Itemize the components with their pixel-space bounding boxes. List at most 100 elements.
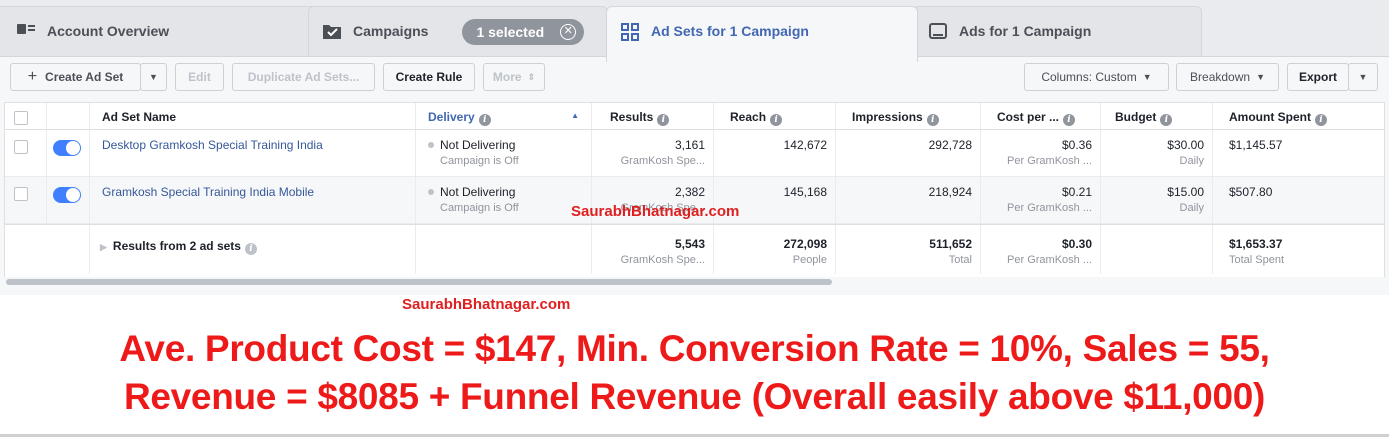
info-icon[interactable]: i (926, 114, 939, 126)
summary-impressions: 511,652 (929, 237, 972, 251)
create-ad-set-button[interactable]: + Create Ad Set (10, 63, 141, 91)
campaign-folder-icon (323, 23, 341, 41)
delivery-sub: Campaign is Off (440, 202, 519, 214)
reach-value: 142,672 (783, 138, 827, 152)
ad-sets-panel: + Create Ad Set ▼ Edit Duplicate Ad Sets… (0, 56, 1389, 313)
tab-campaigns[interactable]: Campaigns 1 selected ✕ (308, 6, 608, 62)
summary-results: 5,543 (674, 237, 705, 251)
header-ad-set-name[interactable]: Ad Set Name (90, 103, 416, 129)
more-button[interactable]: More ⇕ (483, 63, 545, 91)
tab-account-overview[interactable]: Account Overview (0, 6, 320, 62)
info-icon[interactable]: i (1315, 114, 1327, 126)
amount-spent-value: $1,145.57 (1229, 138, 1283, 152)
cost-sub: Per GramKosh ... (1007, 155, 1092, 167)
summary-row: ▶ Results from 2 ad sets i 5,543 GramKosh … (5, 224, 1384, 274)
info-icon[interactable]: i (657, 114, 670, 126)
cost-sub: Per GramKosh ... (1007, 202, 1092, 214)
budget-sub: Daily (1179, 155, 1204, 167)
delivery-sub: Campaign is Off (440, 155, 519, 167)
create-ad-set-label: Create Ad Set (45, 70, 124, 84)
tab-account-label: Account Overview (47, 23, 170, 39)
watermark-text: SaurabhBhatnagar.com (571, 203, 740, 220)
summary-cost-sub: Per GramKosh ... (1007, 254, 1092, 266)
table-row[interactable]: Desktop Gramkosh Special Training India … (5, 130, 1384, 177)
ad-set-toggle[interactable] (53, 187, 81, 203)
ad-set-toggle[interactable] (53, 140, 81, 156)
info-icon[interactable]: i (244, 243, 257, 255)
ad-sets-table: Ad Set Name Delivery i ▲ Results i Reach i … (4, 102, 1385, 313)
ad-set-name-link[interactable]: Desktop Gramkosh Special Training India (102, 138, 323, 152)
cost-value: $0.21 (1061, 185, 1092, 199)
header-results[interactable]: Results i (592, 103, 714, 129)
reach-value: 145,168 (783, 185, 827, 199)
caption-line-1: Ave. Product Cost = $147, Min. Conversio… (119, 328, 1270, 369)
results-sub: GramKosh Spe... (620, 155, 705, 167)
tab-ads-label: Ads for 1 Campaign (959, 23, 1092, 39)
tab-ad-sets-label: Ad Sets for 1 Campaign (651, 23, 809, 39)
summary-amount-spent: $1,653.37 (1229, 237, 1283, 251)
export-dropdown-button[interactable]: ▼ (1348, 63, 1378, 91)
delivery-status: Not Delivering (440, 138, 516, 152)
export-button[interactable]: Export (1287, 63, 1349, 91)
chevron-down-icon: ▼ (1142, 72, 1152, 82)
budget-value: $30.00 (1167, 138, 1204, 152)
cost-value: $0.36 (1061, 138, 1092, 152)
summary-results-sub: GramKosh Spe... (620, 254, 705, 266)
summary-reach: 272,098 (783, 237, 827, 251)
chevron-down-icon: ▼ (1256, 72, 1265, 82)
columns-label: Columns: Custom (1041, 70, 1137, 84)
header-budget[interactable]: Budget i (1101, 103, 1213, 129)
info-icon[interactable]: i (1160, 114, 1173, 126)
expand-caret-icon[interactable]: ▶ (100, 242, 107, 252)
delivery-status: Not Delivering (440, 185, 516, 199)
selected-count: 1 selected (476, 24, 545, 40)
caption: Ave. Product Cost = $147, Min. Conversio… (0, 325, 1389, 421)
info-icon[interactable]: i (478, 114, 491, 126)
status-dot (428, 142, 434, 148)
impressions-value: 292,728 (928, 138, 972, 152)
sort-ascending-icon: ▲ (571, 111, 579, 120)
horizontal-scrollbar[interactable] (6, 279, 832, 285)
breakdown-label: Breakdown (1190, 70, 1251, 84)
tab-ad-sets[interactable]: Ad Sets for 1 Campaign (606, 6, 918, 62)
clear-selection-icon[interactable]: ✕ (560, 24, 577, 40)
results-value: 3,161 (674, 138, 705, 152)
more-label: More (492, 70, 522, 84)
amount-spent-value: $507.80 (1229, 185, 1273, 199)
header-delivery[interactable]: Delivery i ▲ (416, 103, 592, 129)
header-cost-per[interactable]: Cost per ... i (981, 103, 1101, 129)
create-rule-button[interactable]: Create Rule (383, 63, 475, 91)
ad-set-name-link[interactable]: Gramkosh Special Training India Mobile (102, 185, 314, 199)
columns-dropdown[interactable]: Columns: Custom ▼ (1024, 63, 1169, 91)
breakdown-dropdown[interactable]: Breakdown ▼ (1176, 63, 1279, 91)
tab-strip: Account Overview Campaigns 1 selected ✕ … (0, 0, 1389, 62)
selected-pill[interactable]: 1 selected ✕ (462, 19, 585, 45)
create-dropdown-button[interactable]: ▼ (140, 63, 167, 91)
budget-value: $15.00 (1167, 185, 1204, 199)
table-header: Ad Set Name Delivery i ▲ Results i Reach i … (5, 103, 1384, 130)
tab-campaigns-label: Campaigns (353, 23, 429, 39)
info-icon[interactable]: i (770, 114, 783, 126)
caption-line-2: Revenue = $8085 + Funnel Revenue (Overal… (123, 376, 1266, 417)
toolbar: + Create Ad Set ▼ Edit Duplicate Ad Sets… (0, 57, 1389, 97)
tab-ads[interactable]: Ads for 1 Campaign (912, 6, 1202, 62)
summary-reach-sub: People (792, 254, 827, 266)
plus-icon: + (27, 68, 38, 85)
header-reach[interactable]: Reach i (714, 103, 836, 129)
info-icon[interactable]: i (1063, 114, 1076, 126)
chevron-down-icon: ▼ (1358, 72, 1368, 82)
edit-button[interactable]: Edit (175, 63, 224, 91)
row-checkbox[interactable] (14, 187, 28, 201)
results-value: 2,382 (674, 185, 705, 199)
ads-monitor-icon (929, 23, 947, 41)
chevron-down-icon: ▼ (149, 72, 158, 82)
summary-amount-spent-sub: Total Spent (1229, 254, 1285, 266)
summary-label: Results from 2 ad sets (112, 239, 241, 253)
select-all-checkbox[interactable] (14, 111, 28, 125)
header-amount-spent[interactable]: Amount Spent i (1213, 103, 1386, 129)
duplicate-ad-sets-button[interactable]: Duplicate Ad Sets... (232, 63, 375, 91)
watermark-text: SaurabhBhatnagar.com (402, 296, 571, 313)
header-impressions[interactable]: Impressions i (836, 103, 981, 129)
row-checkbox[interactable] (14, 140, 28, 154)
impressions-value: 218,924 (928, 185, 972, 199)
